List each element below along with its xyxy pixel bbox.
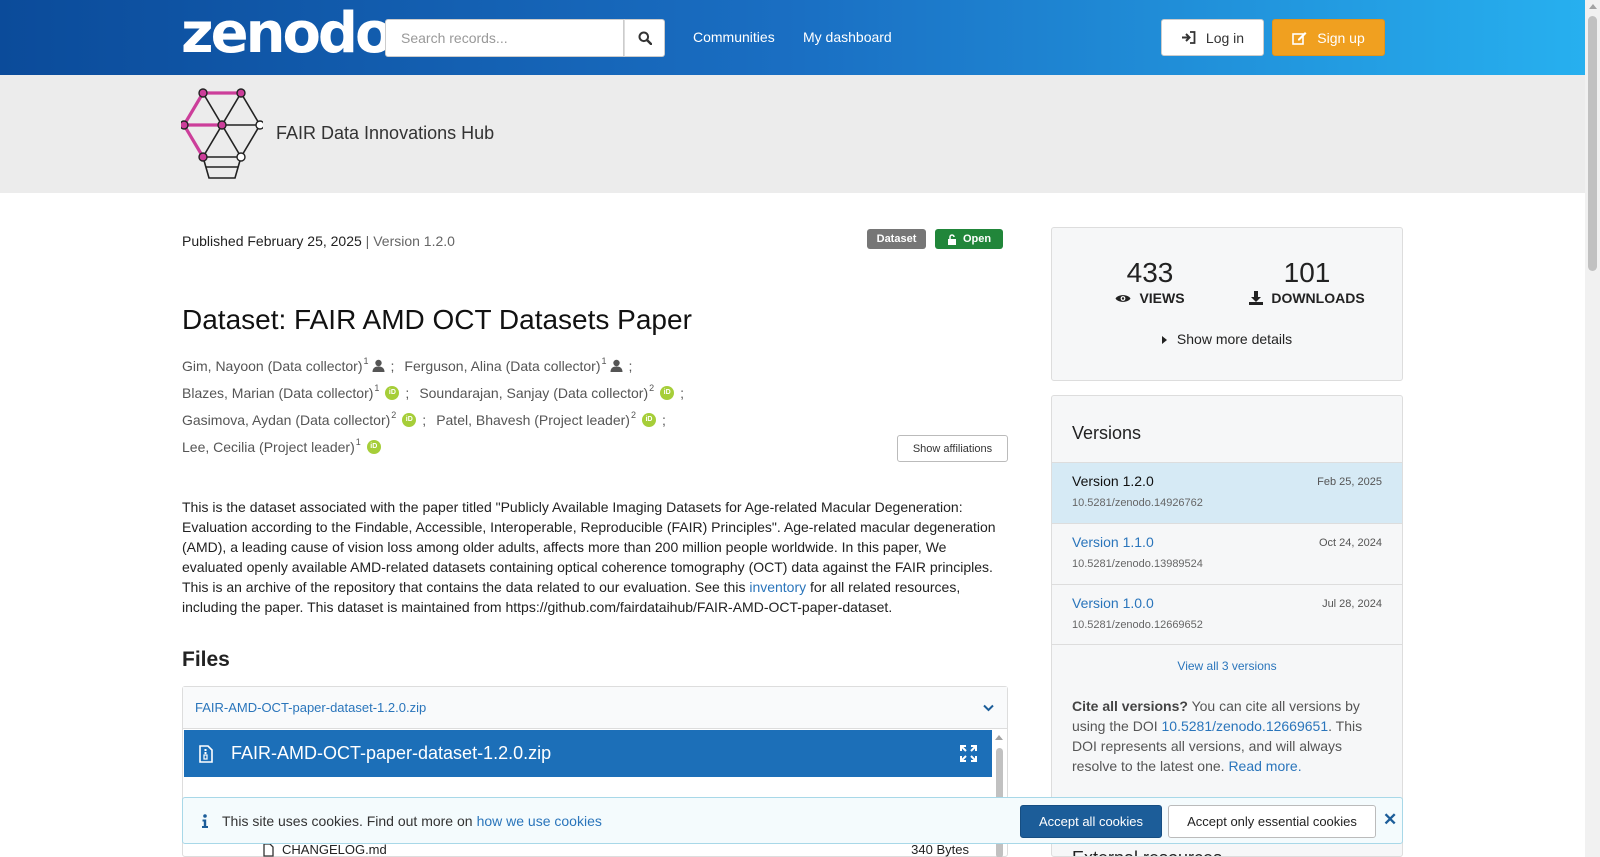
inventory-link[interactable]: inventory xyxy=(749,579,806,595)
signup-label: Sign up xyxy=(1317,29,1365,46)
search-input[interactable] xyxy=(385,19,624,57)
info-icon xyxy=(202,813,208,828)
file-icon xyxy=(263,842,274,857)
search-button[interactable] xyxy=(624,19,665,57)
sign-in-icon xyxy=(1181,31,1196,44)
file-preview-header: FAIR-AMD-OCT-paper-dataset-1.2.0.zip xyxy=(184,730,992,777)
resource-type-badge: Dataset xyxy=(867,229,926,249)
top-navbar: zenodo Communities My dashboard Log in S… xyxy=(0,0,1600,75)
accept-essential-cookies-button[interactable]: Accept only essential cookies xyxy=(1168,805,1376,838)
concept-doi-link[interactable]: 10.5281/zenodo.12669651 xyxy=(1162,718,1329,734)
views-stat: 433 VIEWS xyxy=(1100,258,1200,306)
cookie-policy-link[interactable]: how we use cookies xyxy=(477,813,602,829)
external-resources-heading: External resources xyxy=(1072,848,1222,856)
creators-list: Gim, Nayoon (Data collector) 1 ; Ferguson… xyxy=(182,355,685,455)
files-heading: Files xyxy=(182,648,230,671)
publication-info: Published February 25, 2025 | Version 1.… xyxy=(182,233,455,249)
show-affiliations-button[interactable]: Show affiliations xyxy=(897,435,1008,462)
orcid-icon[interactable]: iD xyxy=(402,412,417,427)
signup-button[interactable]: Sign up xyxy=(1272,19,1385,56)
person-icon xyxy=(610,359,623,372)
community-logo[interactable] xyxy=(181,87,263,180)
expand-icon[interactable] xyxy=(960,745,977,762)
orcid-icon[interactable]: iD xyxy=(660,385,675,400)
view-all-versions-link[interactable]: View all 3 versions xyxy=(1052,659,1402,673)
community-name[interactable]: FAIR Data Innovations Hub xyxy=(276,123,494,144)
cookie-message: This site uses cookies. Find out more on… xyxy=(222,812,602,829)
unlock-icon xyxy=(947,233,956,245)
eye-icon xyxy=(1115,294,1131,302)
accept-all-cookies-button[interactable]: Accept all cookies xyxy=(1020,805,1162,838)
versions-card: Versions Version 1.2.0 Feb 25, 2025 10.5… xyxy=(1051,395,1403,857)
login-label: Log in xyxy=(1205,29,1245,46)
orcid-icon[interactable]: iD xyxy=(385,385,400,400)
creator[interactable]: Ferguson, Alina (Data collector) 1 xyxy=(404,356,623,374)
downloads-count: 101 xyxy=(1283,257,1331,288)
cookie-banner: This site uses cookies. Find out more on… xyxy=(182,797,1403,844)
caret-right-icon xyxy=(1161,336,1167,344)
record-title: Dataset: FAIR AMD OCT Datasets Paper xyxy=(182,304,692,335)
orcid-icon[interactable]: iD xyxy=(641,412,656,427)
views-count: 433 xyxy=(1126,257,1174,288)
login-button[interactable]: Log in xyxy=(1161,19,1264,56)
record-version: Version 1.2.0 xyxy=(373,233,455,249)
stats-card: 433 VIEWS 101 DOWNLOADS Show more detail… xyxy=(1051,227,1403,381)
orcid-icon[interactable]: iD xyxy=(366,439,381,454)
page-scrollbar-thumb[interactable] xyxy=(1588,16,1597,271)
zenodo-logo[interactable]: zenodo xyxy=(181,6,393,62)
creator[interactable]: Blazes, Marian (Data collector) 1 iD xyxy=(182,383,400,401)
file-archive-icon xyxy=(199,744,213,763)
preview-file-name: FAIR-AMD-OCT-paper-dataset-1.2.0.zip xyxy=(231,743,552,763)
file-name: CHANGELOG.md xyxy=(282,842,387,857)
creator[interactable]: Gim, Nayoon (Data collector) 1 xyxy=(182,356,385,374)
versions-heading: Versions xyxy=(1072,423,1142,443)
version-link[interactable]: Version 1.0.0 xyxy=(1072,595,1154,611)
search-icon xyxy=(638,31,652,45)
edit-icon xyxy=(1292,31,1307,45)
scroll-up-arrow-icon[interactable] xyxy=(1589,4,1597,9)
views-label: VIEWS xyxy=(1139,290,1185,306)
version-item[interactable]: Version 1.1.0 Oct 24, 2024 10.5281/zenod… xyxy=(1052,523,1402,584)
files-accordion-header[interactable]: FAIR-AMD-OCT-paper-dataset-1.2.0.zip xyxy=(183,687,1007,729)
file-size: 340 Bytes xyxy=(911,842,969,857)
download-icon xyxy=(1249,291,1264,305)
published-date: Published February 25, 2025 xyxy=(182,233,362,249)
nav-communities-link[interactable]: Communities xyxy=(693,29,775,45)
version-link[interactable]: Version 1.1.0 xyxy=(1072,534,1154,550)
chevron-down-icon xyxy=(983,704,994,711)
creator[interactable]: Gasimova, Aydan (Data collector) 2 iD xyxy=(182,410,417,428)
search-bar xyxy=(385,19,665,57)
access-status-badge: Open xyxy=(935,229,1003,249)
downloads-stat: 101 DOWNLOADS xyxy=(1242,258,1372,306)
version-item[interactable]: Version 1.0.0 Jul 28, 2024 10.5281/zenod… xyxy=(1052,584,1402,645)
record-description: This is the dataset associated with the … xyxy=(182,499,996,615)
person-icon xyxy=(372,359,385,372)
nav-dashboard-link[interactable]: My dashboard xyxy=(803,29,892,45)
creator[interactable]: Lee, Cecilia (Project leader) 1 iD xyxy=(182,437,381,455)
version-item[interactable]: Version 1.2.0 Feb 25, 2025 10.5281/zenod… xyxy=(1052,462,1402,523)
downloads-label: DOWNLOADS xyxy=(1271,290,1365,306)
close-icon[interactable]: ✕ xyxy=(1383,810,1397,830)
read-more-link[interactable]: Read more. xyxy=(1228,758,1301,774)
file-tree-row[interactable]: CHANGELOG.md 340 Bytes xyxy=(263,842,969,857)
creator[interactable]: Patel, Bhavesh (Project leader) 2 iD xyxy=(436,410,656,428)
creator[interactable]: Soundarajan, Sanjay (Data collector) 2 iD xyxy=(419,383,675,401)
page-scrollbar[interactable] xyxy=(1585,0,1600,857)
show-more-details-toggle[interactable]: Show more details xyxy=(1052,331,1402,347)
cite-all-versions: Cite all versions? You can cite all vers… xyxy=(1072,698,1363,774)
archive-file-link[interactable]: FAIR-AMD-OCT-paper-dataset-1.2.0.zip xyxy=(195,700,426,715)
